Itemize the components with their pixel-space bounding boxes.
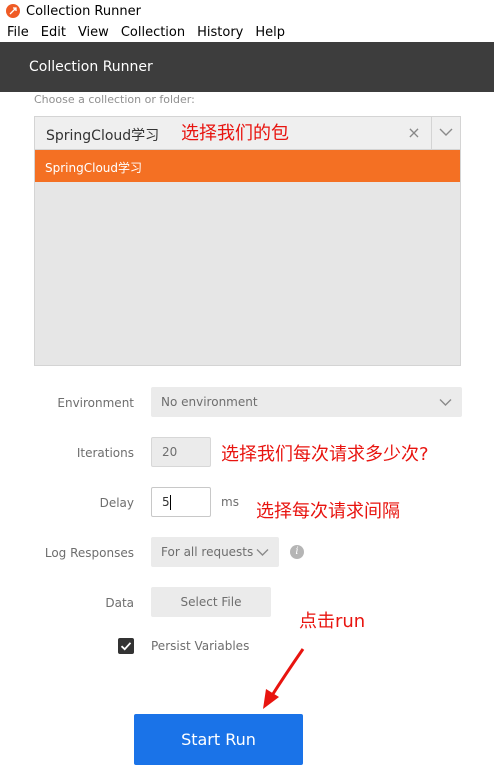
data-label: Data [105,596,134,610]
environment-select[interactable]: No environment [151,387,462,417]
checkmark-icon [120,642,132,651]
red-arrow-icon [263,648,305,709]
text-caret [170,495,171,510]
menu-edit[interactable]: Edit [36,25,71,40]
annotation-choose-count: 选择我们每次请求多少次? [221,444,429,465]
annotation-click-run: 点击run [299,611,366,632]
postman-icon [6,4,20,18]
collection-select-value: SpringCloud学习 [46,128,160,144]
persist-variables-label: Persist Variables [151,639,250,653]
collection-label: Choose a collection or folder: [34,93,195,106]
menu-bar: File Edit View Collection History Help [0,22,494,42]
delay-label: Delay [99,496,134,510]
log-responses-value: For all requests [161,545,254,559]
chevron-down-icon[interactable] [439,127,453,137]
window-titlebar: Collection Runner [0,0,494,22]
delay-input[interactable]: 5 [151,487,211,517]
collection-list: SpringCloud学习 × SpringCloud学习 [34,116,461,366]
start-run-button[interactable]: Start Run [134,714,303,765]
delay-value: 5 [162,495,170,509]
iterations-value: 20 [162,445,178,459]
menu-file[interactable]: File [2,25,34,40]
chevron-down-icon [256,549,269,556]
select-file-button[interactable]: Select File [151,587,271,617]
delay-unit: ms [221,495,239,509]
chevron-down-icon [439,399,452,406]
log-responses-select[interactable]: For all requests [151,537,279,567]
iterations-label: Iterations [76,446,134,460]
menu-view[interactable]: View [73,25,114,40]
runner-header: Collection Runner [0,42,494,92]
runner-title: Collection Runner [29,59,153,75]
collection-option[interactable]: SpringCloud学习 [35,150,460,182]
annotation-choose-interval: 选择每次请求间隔 [256,501,400,522]
menu-collection[interactable]: Collection [116,25,190,40]
select-divider [431,117,432,149]
log-responses-label: Log Responses [44,546,134,560]
menu-help[interactable]: Help [250,25,290,40]
window-title: Collection Runner [26,3,141,19]
environment-value: No environment [161,395,258,409]
environment-label: Environment [57,396,134,410]
iterations-input[interactable]: 20 [151,437,211,467]
annotation-choose-package: 选择我们的包 [181,123,289,144]
persist-variables-checkbox[interactable] [118,638,134,654]
close-icon[interactable]: × [407,123,421,142]
menu-history[interactable]: History [192,25,248,40]
info-icon[interactable]: i [290,545,304,559]
